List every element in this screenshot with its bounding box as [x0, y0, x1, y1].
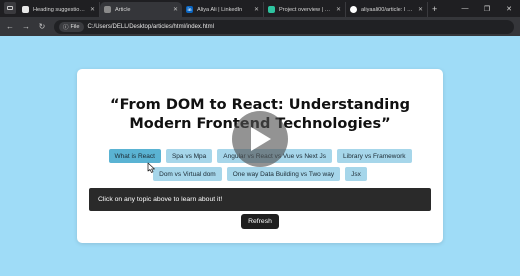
topic-button[interactable]: Spa vs Mpa	[165, 149, 213, 163]
diamond-icon	[268, 6, 275, 13]
refresh-button[interactable]: Refresh	[241, 214, 279, 229]
topic-button[interactable]: What is React	[108, 149, 161, 163]
browser-tab[interactable]: aliyaali00/article: I built ✕	[346, 2, 428, 17]
address-bar[interactable]: ⓘ File C:/Users/DELL/Desktop/articles/ht…	[54, 19, 514, 34]
topic-button[interactable]: Library vs Framework	[337, 149, 412, 163]
topic-output-panel: Click on any topic above to learn about …	[89, 188, 431, 211]
close-tab-icon[interactable]: ✕	[173, 6, 178, 13]
new-tab-button[interactable]: +	[432, 4, 437, 14]
window-controls: — ❐ ✕	[454, 0, 520, 17]
site-info-label: File	[70, 23, 80, 30]
tab-title: aliyaali00/article: I built	[361, 6, 414, 13]
close-tab-icon[interactable]: ✕	[418, 6, 423, 13]
browser-tab[interactable]: Project overview | sprigh ✕	[264, 2, 346, 17]
chat-icon	[22, 6, 29, 13]
video-play-button[interactable]	[232, 111, 288, 167]
tab-title: Heading suggestions for	[33, 6, 86, 13]
minimize-button[interactable]: —	[454, 5, 476, 12]
tab-title: Aliya Ali | LinkedIn	[197, 6, 243, 13]
play-icon	[251, 127, 271, 151]
close-tab-icon[interactable]: ✕	[90, 6, 95, 13]
reload-button[interactable]: ↻	[38, 22, 46, 31]
tab-title: Project overview | sprigh	[279, 6, 332, 13]
output-text: Click on any topic above to learn about …	[98, 196, 223, 203]
info-icon: ⓘ	[63, 24, 69, 31]
close-window-button[interactable]: ✕	[498, 5, 520, 13]
tab-list-icon	[7, 6, 13, 10]
site-info-chip[interactable]: ⓘ File	[59, 21, 84, 32]
url-text[interactable]: C:/Users/DELL/Desktop/articles/html/inde…	[88, 24, 214, 30]
topic-row-2: Dom vs Virtual dom One way Data Building …	[77, 167, 443, 181]
back-button[interactable]: ←	[6, 22, 14, 31]
topic-button[interactable]: One way Data Building vs Two way	[226, 167, 341, 181]
globe-icon	[104, 6, 111, 13]
mouse-pointer-icon	[147, 162, 155, 173]
browser-tab[interactable]: Article ✕	[100, 2, 182, 17]
browser-tab[interactable]: Heading suggestions for ✕	[18, 2, 100, 17]
github-icon	[350, 6, 357, 13]
close-tab-icon[interactable]: ✕	[336, 6, 341, 13]
tab-title: Article	[115, 6, 131, 13]
close-tab-icon[interactable]: ✕	[254, 6, 259, 13]
forward-button[interactable]: →	[22, 22, 30, 31]
restore-button[interactable]: ❐	[476, 5, 498, 13]
topic-button[interactable]: Jsx	[345, 167, 367, 181]
linkedin-icon: in	[186, 6, 193, 13]
tab-search-button[interactable]	[4, 2, 16, 14]
topic-button[interactable]: Dom vs Virtual dom	[153, 167, 222, 181]
browser-tab-bar: Heading suggestions for ✕ Article ✕ in Aliya …	[0, 0, 520, 17]
browser-toolbar: ← → ↻ ⓘ File C:/Users/DELL/Desktop/artic…	[0, 17, 520, 36]
browser-tab[interactable]: in Aliya Ali | LinkedIn ✕	[182, 2, 264, 17]
tab-strip: Heading suggestions for ✕ Article ✕ in Aliya …	[18, 0, 428, 17]
